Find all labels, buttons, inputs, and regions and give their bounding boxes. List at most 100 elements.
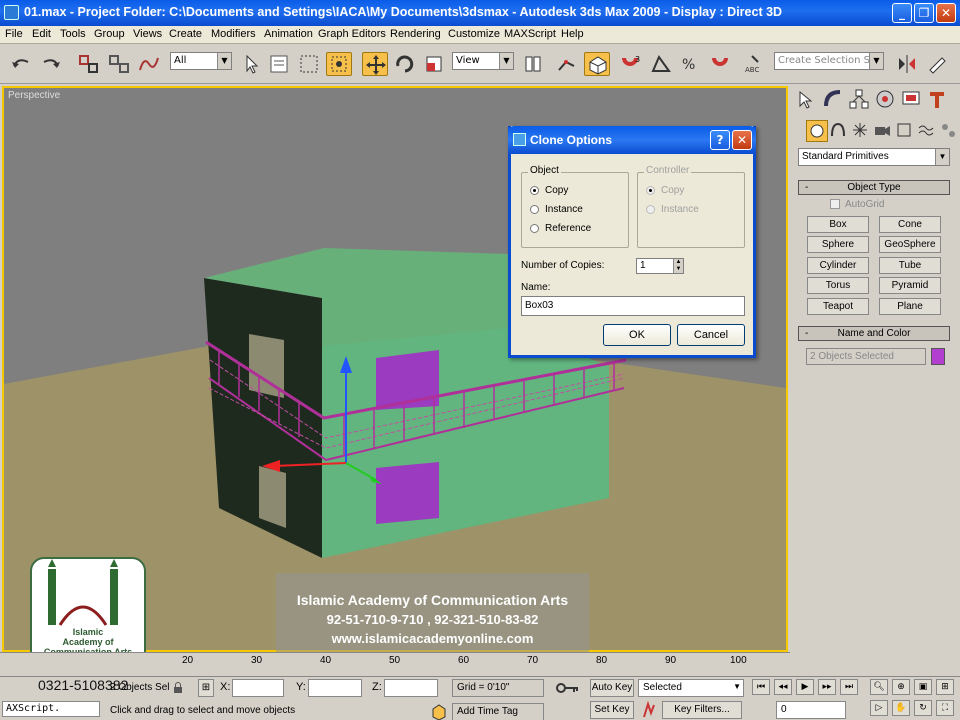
geosphere-button[interactable]: GeoSphere: [879, 236, 941, 253]
menu-tools[interactable]: Tools: [60, 28, 86, 40]
tube-button[interactable]: Tube: [879, 257, 941, 274]
radio-controller-instance[interactable]: Instance: [646, 204, 699, 215]
clone-name-input[interactable]: Box03: [521, 296, 745, 316]
spinner-arrows-icon[interactable]: ▲ ▼: [673, 259, 683, 273]
key-mode-dropdown[interactable]: Selected ▼: [638, 679, 744, 697]
menu-rendering[interactable]: Rendering: [390, 28, 441, 40]
maxscript-listener-input[interactable]: AXScript.: [2, 701, 100, 717]
keyboard-shortcut-toggle-icon[interactable]: [584, 52, 610, 76]
undo-icon[interactable]: [8, 52, 34, 76]
zoom-all-icon[interactable]: ⊕: [892, 679, 910, 695]
select-object-icon[interactable]: [238, 52, 264, 76]
systems-icon[interactable]: [938, 120, 960, 142]
sphere-button[interactable]: Sphere: [807, 236, 869, 253]
autogrid-checkbox[interactable]: AutoGrid: [830, 199, 884, 210]
scale-icon[interactable]: [422, 52, 448, 76]
window-crossing-icon[interactable]: [326, 52, 352, 76]
pyramid-button[interactable]: Pyramid: [879, 277, 941, 294]
cylinder-button[interactable]: Cylinder: [807, 257, 869, 274]
cancel-button[interactable]: Cancel: [677, 324, 745, 346]
y-coordinate-field[interactable]: [308, 679, 362, 697]
box-button[interactable]: Box: [807, 216, 869, 233]
radio-reference[interactable]: Reference: [530, 223, 591, 234]
field-of-view-icon[interactable]: ▷: [870, 700, 888, 716]
copies-spinner[interactable]: 1 ▲ ▼: [636, 258, 684, 274]
angle-snap-icon[interactable]: [648, 52, 674, 76]
cameras-icon[interactable]: [872, 120, 894, 142]
menu-file[interactable]: File: [5, 28, 23, 40]
dialog-close-button[interactable]: ✕: [732, 130, 752, 150]
menu-views[interactable]: Views: [133, 28, 162, 40]
edit-named-selection-icon[interactable]: ABC: [742, 52, 768, 76]
mirror-icon[interactable]: [894, 52, 920, 76]
object-name-field[interactable]: 2 Objects Selected: [806, 348, 926, 365]
name-color-rollout[interactable]: - Name and Color: [798, 326, 950, 341]
set-key-button[interactable]: Set Key: [590, 701, 634, 719]
redo-icon[interactable]: [38, 52, 64, 76]
primitive-category-dropdown[interactable]: Standard Primitives ▼: [798, 148, 950, 166]
dialog-title-bar[interactable]: Clone Options ? ✕: [508, 126, 756, 154]
snap-toggle-icon[interactable]: 3: [618, 52, 644, 76]
pivot-center-icon[interactable]: [520, 52, 546, 76]
add-time-tag-button[interactable]: Add Time Tag: [452, 703, 544, 720]
select-by-name-icon[interactable]: [266, 52, 292, 76]
help-button[interactable]: ?: [710, 130, 730, 150]
menu-help[interactable]: Help: [561, 28, 584, 40]
next-frame-icon[interactable]: ▸▸: [818, 679, 836, 695]
radio-controller-copy[interactable]: Copy: [646, 185, 684, 196]
radio-instance[interactable]: Instance: [530, 204, 583, 215]
maximize-button[interactable]: ❐: [914, 3, 934, 23]
orbit-icon[interactable]: ↻: [914, 700, 932, 716]
lock-icon[interactable]: [172, 682, 184, 694]
selection-filter-dropdown[interactable]: All ▼: [170, 52, 232, 70]
create-tab-icon[interactable]: [796, 88, 818, 110]
select-link-icon[interactable]: [76, 52, 102, 76]
z-coordinate-field[interactable]: [384, 679, 438, 697]
go-to-start-icon[interactable]: ⏮: [752, 679, 770, 695]
torus-button[interactable]: Torus: [807, 277, 869, 294]
unlink-icon[interactable]: [106, 52, 132, 76]
zoom-extents-all-icon[interactable]: ⊞: [936, 679, 954, 695]
absolute-mode-icon[interactable]: ⊞: [198, 679, 214, 697]
ok-button[interactable]: OK: [603, 324, 671, 346]
rect-select-icon[interactable]: [296, 52, 322, 76]
viewport-label[interactable]: Perspective: [8, 90, 60, 101]
modify-tab-icon[interactable]: [822, 88, 844, 110]
helpers-icon[interactable]: [894, 120, 916, 142]
zoom-extents-icon[interactable]: ▣: [914, 679, 932, 695]
reference-coord-dropdown[interactable]: View ▼: [452, 52, 514, 70]
time-tag-icon[interactable]: [430, 703, 448, 720]
zoom-icon[interactable]: 🔍︎: [870, 679, 888, 695]
object-color-swatch[interactable]: [931, 348, 945, 365]
radio-copy[interactable]: Copy: [530, 185, 568, 196]
menu-maxscript[interactable]: MAXScript: [504, 28, 556, 40]
geometry-icon[interactable]: [806, 120, 828, 142]
pan-icon[interactable]: ✋: [892, 700, 910, 716]
x-coordinate-field[interactable]: [232, 679, 284, 697]
current-frame-field[interactable]: 0: [776, 701, 846, 719]
close-button[interactable]: ✕: [936, 3, 956, 23]
shapes-icon[interactable]: [828, 120, 850, 142]
space-warps-icon[interactable]: [916, 120, 938, 142]
lights-icon[interactable]: [850, 120, 872, 142]
menu-animation[interactable]: Animation: [264, 28, 313, 40]
set-keys-icon[interactable]: [640, 700, 658, 719]
menu-modifiers[interactable]: Modifiers: [211, 28, 256, 40]
play-icon[interactable]: ▶: [796, 679, 814, 695]
maximize-viewport-icon[interactable]: ⛶: [936, 700, 954, 716]
time-ruler[interactable]: 20 30 40 50 60 70 80 90 100: [0, 652, 790, 676]
align-icon[interactable]: [924, 52, 950, 76]
motion-tab-icon[interactable]: [874, 88, 896, 110]
move-icon[interactable]: [362, 52, 388, 76]
menu-graph-editors[interactable]: Graph Editors: [318, 28, 386, 40]
previous-frame-icon[interactable]: ◂◂: [774, 679, 792, 695]
percent-snap-icon[interactable]: %: [678, 52, 704, 76]
hierarchy-tab-icon[interactable]: [848, 88, 870, 110]
menu-customize[interactable]: Customize: [448, 28, 500, 40]
object-type-rollout[interactable]: - Object Type: [798, 180, 950, 195]
spinner-snap-icon[interactable]: [708, 52, 734, 76]
select-manipulate-icon[interactable]: [554, 52, 580, 76]
menu-group[interactable]: Group: [94, 28, 125, 40]
minimize-button[interactable]: _: [892, 3, 912, 23]
key-icon[interactable]: [556, 681, 580, 698]
